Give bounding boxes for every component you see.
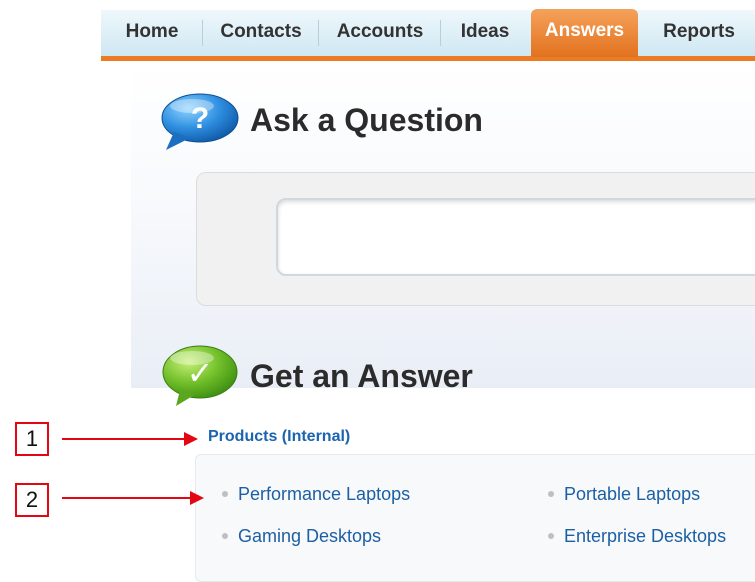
question-mark-glyph: ?	[191, 102, 209, 135]
category-products-internal-link[interactable]: Products (Internal)	[208, 428, 350, 446]
get-answer-heading: Get an Answer	[250, 358, 473, 394]
checkmark-bubble-icon: ✓	[162, 345, 238, 406]
tab-ideas[interactable]: Ideas	[441, 10, 529, 56]
subcategory-gaming-desktops-link[interactable]: Gaming Desktops	[238, 526, 381, 547]
checkmark-glyph: ✓	[187, 354, 214, 392]
callout-arrow-2	[62, 497, 192, 499]
subcategory-performance-laptops-link[interactable]: Performance Laptops	[238, 484, 410, 505]
callout-arrowhead-1	[184, 432, 198, 446]
callout-label-2: 2	[15, 483, 49, 517]
callout-label-1: 1	[15, 422, 49, 456]
callout-arrow-1	[62, 438, 186, 440]
bullet-dot	[222, 533, 228, 539]
tab-home[interactable]: Home	[101, 10, 203, 56]
question-search-input[interactable]	[276, 198, 755, 276]
subcategory-panel	[195, 454, 755, 582]
tab-contacts[interactable]: Contacts	[203, 10, 319, 56]
subcategory-enterprise-desktops-link[interactable]: Enterprise Desktops	[564, 526, 726, 547]
subcategory-portable-laptops-link[interactable]: Portable Laptops	[564, 484, 700, 505]
question-bubble-icon: ?	[161, 93, 239, 150]
main-nav-bar: Home Contacts Accounts Ideas Answers Rep…	[101, 9, 755, 61]
bullet-dot	[548, 533, 554, 539]
tab-reports[interactable]: Reports	[640, 10, 755, 56]
bullet-dot	[222, 491, 228, 497]
tab-answers[interactable]: Answers	[531, 9, 638, 57]
tab-accounts[interactable]: Accounts	[319, 10, 441, 56]
bullet-dot	[548, 491, 554, 497]
ask-question-heading: Ask a Question	[250, 102, 483, 138]
callout-arrowhead-2	[190, 491, 204, 505]
